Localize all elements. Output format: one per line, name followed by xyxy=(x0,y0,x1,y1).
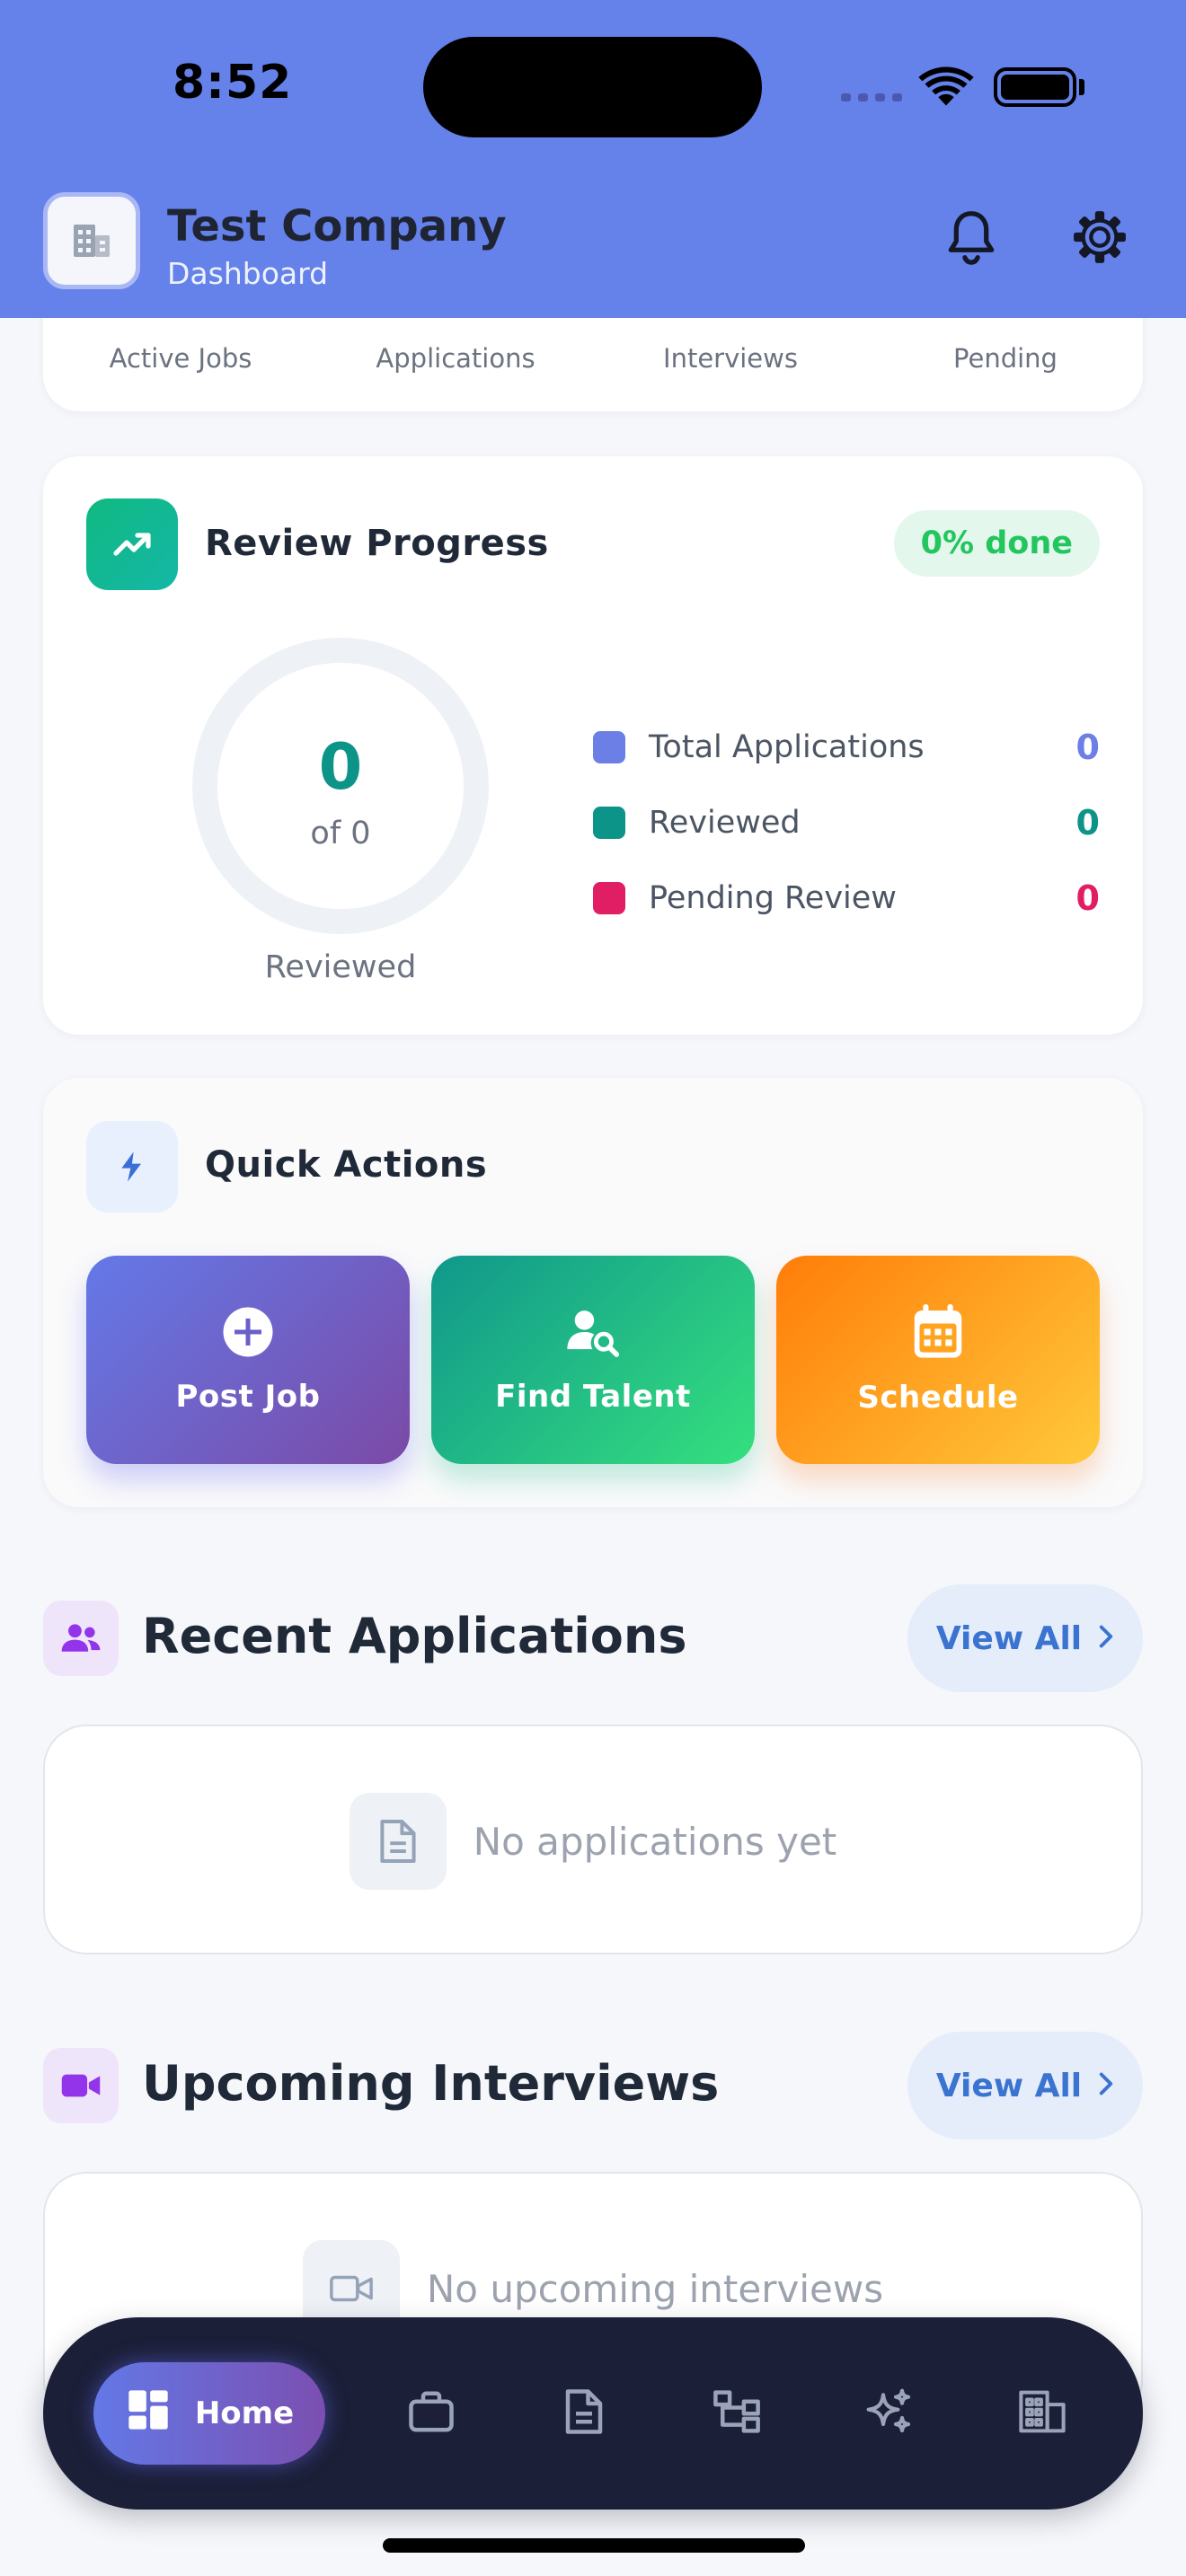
legend-total-applications: Total Applications 0 xyxy=(593,725,1100,770)
legend-reviewed: Reviewed 0 xyxy=(593,800,1100,845)
app-root: Active Jobs Applications Interviews Pend… xyxy=(0,0,1186,2576)
review-progress-card: Review Progress 0% done 0 of 0 Reviewed … xyxy=(43,456,1143,1035)
org-chart-icon xyxy=(712,2389,761,2438)
reviewed-total: of 0 xyxy=(310,816,371,851)
nav-pipeline-button[interactable] xyxy=(704,2381,769,2446)
legend-dot-pending xyxy=(593,882,625,914)
legend-label: Reviewed xyxy=(649,805,801,841)
legend-value: 0 xyxy=(1075,803,1100,842)
bottom-nav: Home xyxy=(43,2317,1143,2510)
recent-applications-empty-card: No applications yet xyxy=(43,1725,1143,1954)
stat-label-interviews[interactable]: Interviews xyxy=(593,343,868,374)
review-progress-title: Review Progress xyxy=(205,523,549,564)
status-time: 8:52 xyxy=(173,56,293,110)
lightning-icon xyxy=(86,1121,178,1213)
progress-badge: 0% done xyxy=(893,510,1100,577)
recent-applications-view-all-button[interactable]: View All xyxy=(907,1584,1143,1692)
user-search-icon xyxy=(565,1305,621,1363)
document-icon xyxy=(563,2387,605,2439)
home-indicator xyxy=(383,2538,805,2553)
legend-value: 0 xyxy=(1075,878,1100,918)
nav-ai-button[interactable] xyxy=(857,2381,922,2446)
nav-company-button[interactable] xyxy=(1010,2381,1075,2446)
company-name: Test Company xyxy=(167,201,507,251)
legend-label: Pending Review xyxy=(649,880,897,916)
ring-caption: Reviewed xyxy=(264,949,417,985)
nav-applications-button[interactable] xyxy=(552,2381,616,2446)
trending-up-icon xyxy=(86,498,178,590)
building-icon[interactable] xyxy=(43,192,140,289)
quick-actions-title: Quick Actions xyxy=(205,1144,488,1186)
schedule-button[interactable]: Schedule xyxy=(776,1256,1100,1464)
battery-icon xyxy=(994,67,1076,107)
battery-nub xyxy=(1079,79,1084,95)
users-icon xyxy=(43,1601,119,1676)
wifi-icon xyxy=(918,66,974,111)
upcoming-interviews-view-all-button[interactable]: View All xyxy=(907,2032,1143,2139)
legend-pending-review: Pending Review 0 xyxy=(593,876,1100,921)
nav-jobs-button[interactable] xyxy=(399,2381,464,2446)
legend-dot-reviewed xyxy=(593,807,625,839)
legend-value: 0 xyxy=(1075,728,1100,767)
building-icon xyxy=(1018,2389,1067,2438)
recent-applications-title: Recent Applications xyxy=(142,1608,687,1664)
legend-dot-total xyxy=(593,731,625,763)
video-icon xyxy=(43,2048,119,2123)
post-job-button[interactable]: Post Job xyxy=(86,1256,410,1464)
chevron-right-icon xyxy=(1098,1620,1114,1657)
dynamic-island xyxy=(423,37,762,137)
empty-state: No applications yet xyxy=(45,1793,1141,1890)
find-talent-button[interactable]: Find Talent xyxy=(431,1256,755,1464)
quick-actions-card: Quick Actions Post Job Find Talent Sched… xyxy=(43,1078,1143,1507)
no-interviews-text: No upcoming interviews xyxy=(426,2266,884,2311)
notifications-button[interactable] xyxy=(935,203,1007,275)
document-icon xyxy=(349,1793,447,1890)
reviewed-count: 0 xyxy=(318,730,363,804)
post-job-label: Post Job xyxy=(175,1379,321,1415)
schedule-label: Schedule xyxy=(857,1380,1019,1416)
nav-home-label: Home xyxy=(194,2395,295,2431)
stat-label-active-jobs[interactable]: Active Jobs xyxy=(43,343,318,374)
nav-home-button[interactable]: Home xyxy=(93,2362,325,2465)
app-header: 8:52 Test Company Dashboard xyxy=(0,0,1186,318)
settings-button[interactable] xyxy=(1064,203,1136,275)
cellular-signal-icon xyxy=(841,93,902,101)
upcoming-interviews-title: Upcoming Interviews xyxy=(142,2055,720,2112)
home-icon xyxy=(125,2386,172,2441)
bell-icon xyxy=(945,209,997,269)
stat-label-pending[interactable]: Pending xyxy=(868,343,1143,374)
calendar-icon xyxy=(912,1304,964,1363)
no-applications-text: No applications yet xyxy=(473,1819,837,1864)
view-all-label: View All xyxy=(935,1619,1083,1657)
find-talent-label: Find Talent xyxy=(495,1379,691,1415)
header-subtitle: Dashboard xyxy=(167,256,329,291)
chevron-right-icon xyxy=(1098,2068,1114,2104)
stat-label-applications[interactable]: Applications xyxy=(318,343,593,374)
view-all-label: View All xyxy=(935,2067,1083,2104)
stats-labels: Active Jobs Applications Interviews Pend… xyxy=(43,343,1143,374)
gear-icon xyxy=(1072,209,1128,269)
plus-circle-icon xyxy=(221,1305,275,1363)
briefcase-icon xyxy=(407,2389,456,2438)
sparkles-icon xyxy=(864,2386,915,2440)
legend-label: Total Applications xyxy=(649,729,925,765)
